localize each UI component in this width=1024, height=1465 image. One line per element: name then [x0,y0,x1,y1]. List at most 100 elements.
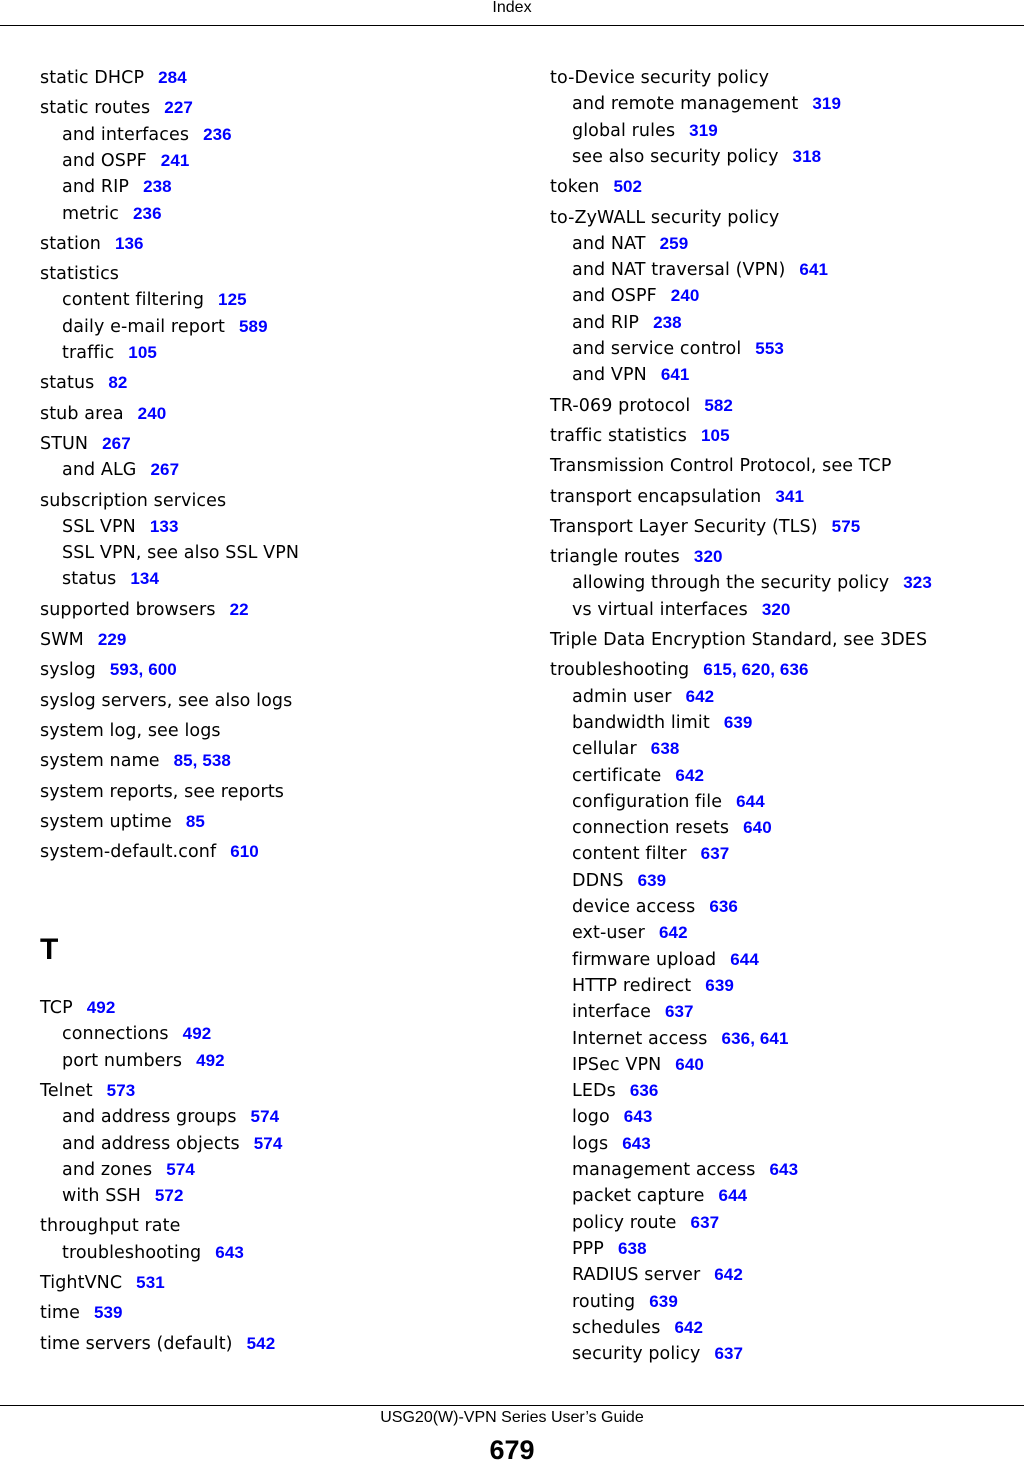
page-link[interactable]: 319 [812,94,841,113]
page-link[interactable]: 640 [675,1055,704,1074]
page-references: 643 [624,1107,653,1126]
page-link[interactable]: 642 [675,766,704,785]
page-link[interactable]: 643 [215,1243,244,1262]
index-entry: statistics [40,263,119,285]
page-link[interactable]: 136 [115,234,144,253]
page-link[interactable]: 641 [760,1029,789,1048]
page-link[interactable]: 105 [701,426,730,445]
page-link[interactable]: 85 [174,751,193,770]
index-term: global rules [572,120,676,141]
page-link[interactable]: 492 [87,998,116,1017]
page-link[interactable]: 241 [161,151,190,170]
page-link[interactable]: 638 [651,739,680,758]
page-link[interactable]: 341 [775,487,804,506]
page-link[interactable]: 640 [743,818,772,837]
index-entry: to-Device security policy [550,67,769,89]
index-subentry: see also security policy 318 [572,146,821,168]
page-link[interactable]: 636 [630,1081,659,1100]
page-link[interactable]: 574 [254,1134,283,1153]
page-link[interactable]: 574 [166,1160,195,1179]
index-term: port numbers [62,1050,183,1071]
page-link[interactable]: 105 [128,343,157,362]
page-link[interactable]: 639 [638,871,667,890]
page-link[interactable]: 85 [186,812,205,831]
page-link[interactable]: 636 [709,897,738,916]
page-link[interactable]: 238 [143,177,172,196]
page-link[interactable]: 572 [155,1186,184,1205]
index-subentry: metric 236 [62,203,162,225]
page-link[interactable]: 575 [832,517,861,536]
page-link[interactable]: 639 [705,976,734,995]
page-link[interactable]: 236 [133,204,162,223]
page-link[interactable]: 620 [742,660,771,679]
page-link[interactable]: 267 [102,434,131,453]
page-references: 134 [130,569,159,588]
page-link[interactable]: 636 [780,660,809,679]
page-link[interactable]: 538 [202,751,231,770]
page-link[interactable]: 593 [110,660,139,679]
page-link[interactable]: 240 [138,404,167,423]
page-link[interactable]: 573 [107,1081,136,1100]
page-link[interactable]: 643 [769,1160,798,1179]
page-link[interactable]: 259 [660,234,689,253]
page-link[interactable]: 641 [799,260,828,279]
page-link[interactable]: 615 [703,660,732,679]
page-link[interactable]: 240 [671,286,700,305]
page-link[interactable]: 82 [108,373,127,392]
page-link[interactable]: 134 [130,569,159,588]
page-link[interactable]: 125 [218,290,247,309]
page-link[interactable]: 639 [724,713,753,732]
page-link[interactable]: 323 [903,573,932,592]
page-link[interactable]: 642 [686,687,715,706]
page-link[interactable]: 641 [661,365,690,384]
page-link[interactable]: 229 [98,630,127,649]
page-link[interactable]: 636 [722,1029,751,1048]
page-link[interactable]: 639 [649,1292,678,1311]
page-link[interactable]: 267 [150,460,179,479]
page-link[interactable]: 227 [164,98,193,117]
page-link[interactable]: 319 [689,121,718,140]
page-link[interactable]: 238 [653,313,682,332]
page-link[interactable]: 643 [622,1134,651,1153]
page-references: 638 [651,739,680,758]
page-link[interactable]: 610 [230,842,259,861]
page-link[interactable]: 637 [691,1213,720,1232]
page-link[interactable]: 642 [674,1318,703,1337]
page-link[interactable]: 637 [714,1344,743,1363]
index-subentry: and service control 553 [572,338,784,360]
page-link[interactable]: 638 [618,1239,647,1258]
page-link[interactable]: 644 [719,1186,748,1205]
index-subentry: vs virtual interfaces 320 [572,599,791,621]
page-link[interactable]: 320 [694,547,723,566]
page-link[interactable]: 553 [755,339,784,358]
page-link[interactable]: 539 [94,1303,123,1322]
page-link[interactable]: 637 [665,1002,694,1021]
page-link[interactable]: 644 [736,792,765,811]
page-link[interactable]: 589 [239,317,268,336]
page-link[interactable]: 542 [247,1334,276,1353]
page-link[interactable]: 318 [793,147,822,166]
page-link[interactable]: 643 [624,1107,653,1126]
index-term: TR-069 protocol [550,395,691,416]
page-link[interactable]: 492 [183,1024,212,1043]
page-link[interactable]: 644 [730,950,759,969]
page-link[interactable]: 133 [150,517,179,536]
page-link[interactable]: 531 [136,1273,165,1292]
page-link[interactable]: 582 [704,396,733,415]
page-references: 589 [239,317,268,336]
page-link[interactable]: 492 [196,1051,225,1070]
page-link[interactable]: 642 [659,923,688,942]
page-link[interactable]: 600 [148,660,177,679]
page-link[interactable]: 284 [158,68,187,87]
page-link[interactable]: 574 [251,1107,280,1126]
index-subentry: security policy 637 [572,1343,743,1365]
page-link[interactable]: 22 [230,600,249,619]
page-link[interactable]: 320 [762,600,791,619]
page-references: 643 [215,1243,244,1262]
page-link[interactable]: 502 [613,177,642,196]
page-link[interactable]: 637 [701,844,730,863]
page-link[interactable]: 236 [203,125,232,144]
index-subentry: Internet access 636, 641 [572,1028,789,1050]
index-term: and NAT [572,233,646,254]
page-link[interactable]: 642 [714,1265,743,1284]
